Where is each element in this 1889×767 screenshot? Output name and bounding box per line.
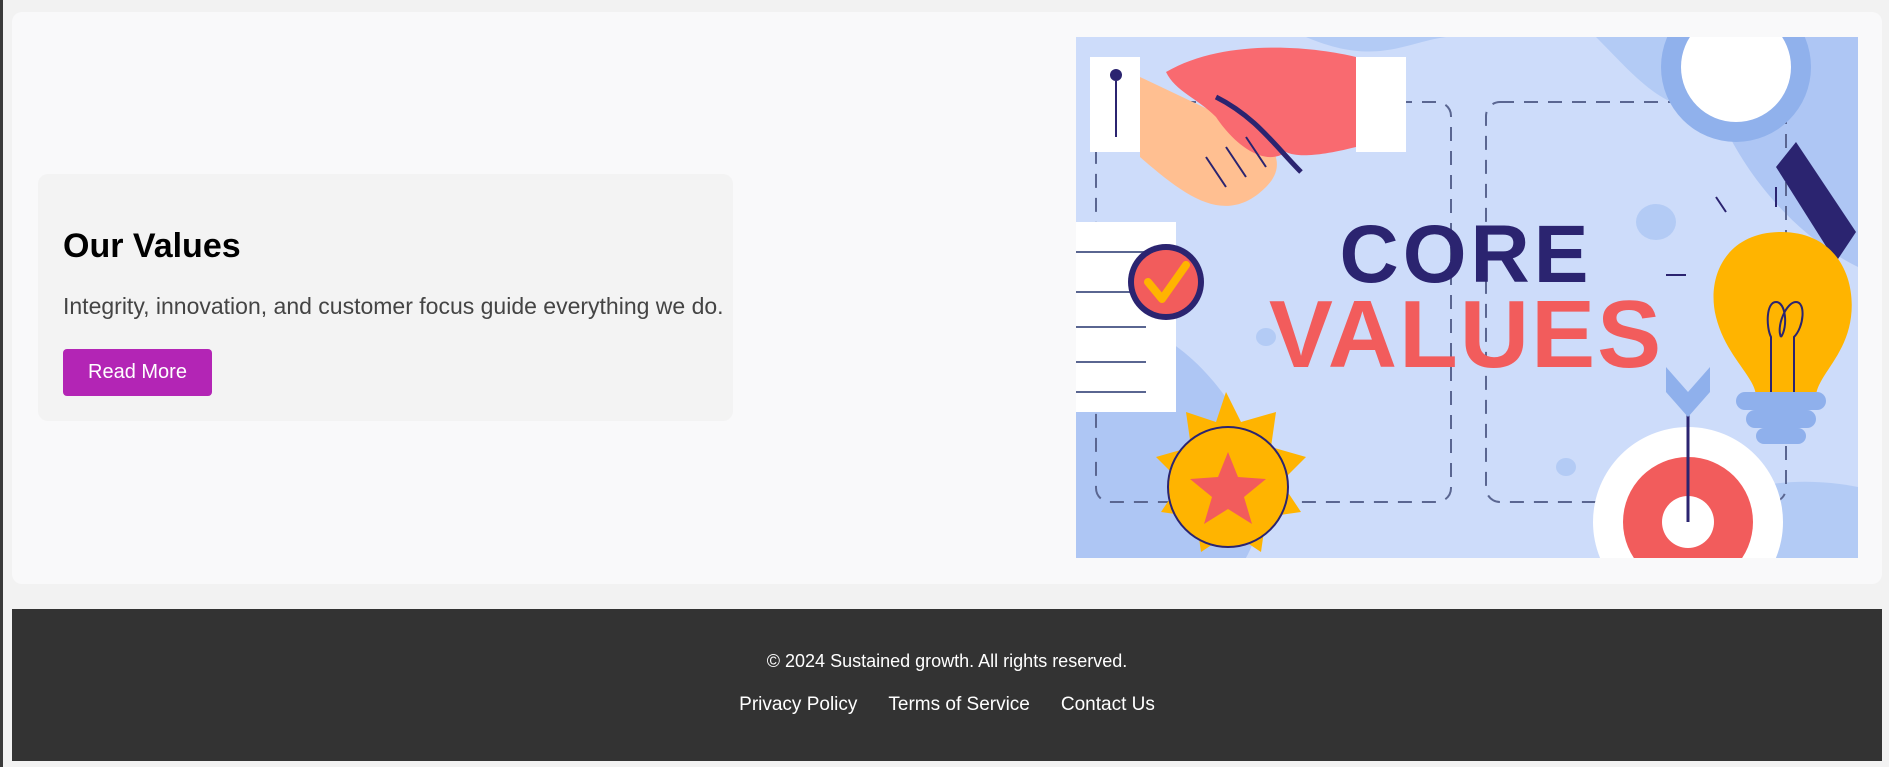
values-description: Integrity, innovation, and customer focu… bbox=[63, 293, 724, 319]
site-footer: © 2024 Sustained growth. All rights rese… bbox=[12, 609, 1882, 761]
window-edge bbox=[0, 0, 3, 767]
copyright-text: © 2024 Sustained growth. All rights rese… bbox=[766, 651, 1128, 671]
core-values-illustration: CORE VALUES bbox=[1076, 37, 1858, 558]
values-text: VALUES bbox=[1269, 281, 1663, 388]
footer-links: Privacy Policy Terms of Service Contact … bbox=[12, 694, 1882, 716]
terms-of-service-link[interactable]: Terms of Service bbox=[888, 694, 1029, 716]
values-title: Our Values bbox=[63, 227, 241, 265]
read-more-button[interactable]: Read More bbox=[63, 349, 212, 396]
values-card: Our Values Integrity, innovation, and cu… bbox=[38, 174, 733, 421]
privacy-policy-link[interactable]: Privacy Policy bbox=[739, 694, 857, 716]
contact-us-link[interactable]: Contact Us bbox=[1061, 694, 1155, 716]
values-section: Our Values Integrity, innovation, and cu… bbox=[12, 12, 1882, 584]
